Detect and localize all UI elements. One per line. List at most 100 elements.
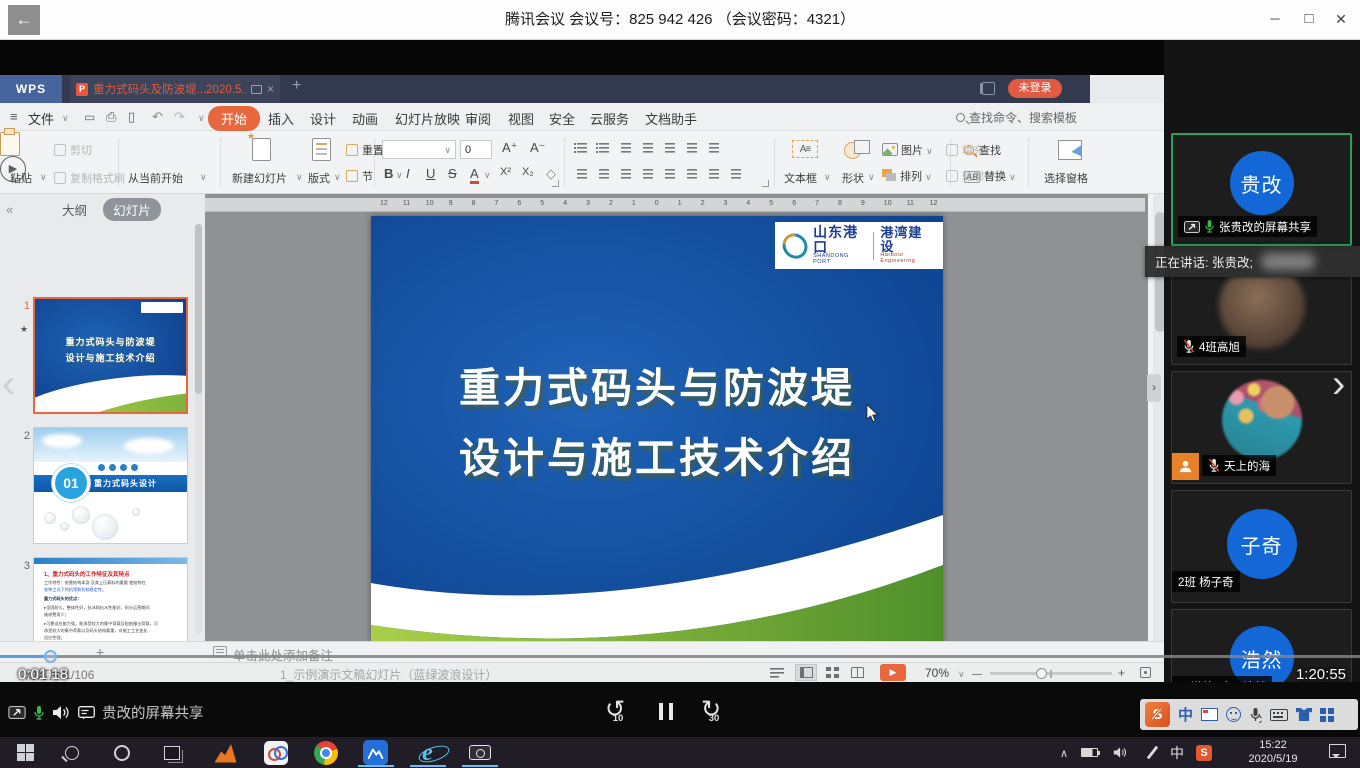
progress-knob[interactable] [44, 650, 57, 663]
forward-30-button[interactable]: 30 [701, 698, 727, 724]
replace-button[interactable]: 替换 [964, 168, 1016, 184]
start-button[interactable] [12, 739, 39, 766]
slide-thumbnail-1[interactable]: 重力式码头与防波堤 设计与施工技术介绍 [33, 297, 188, 414]
toolbox-icon[interactable] [1320, 708, 1334, 722]
shape-icon[interactable] [844, 140, 870, 160]
align-center-icon[interactable] [596, 168, 611, 181]
menu-security[interactable]: 安全 [549, 109, 575, 128]
dropdown-arrow[interactable] [396, 170, 403, 181]
caption-icon[interactable] [78, 706, 95, 720]
emoji-icon[interactable] [1226, 707, 1241, 722]
print-preview-icon[interactable] [128, 109, 135, 125]
window-mode-icon[interactable] [982, 82, 995, 95]
dropdown-arrow[interactable] [62, 113, 69, 124]
selection-pane-button[interactable]: 选择窗格 [1044, 170, 1088, 186]
add-slide-icon[interactable] [96, 644, 104, 660]
zoom-slider[interactable] [990, 672, 1112, 675]
zoom-knob[interactable] [1036, 668, 1047, 679]
screenshot-icon[interactable] [1201, 708, 1218, 721]
dropdown-arrow[interactable] [200, 172, 207, 183]
increase-font-button[interactable]: A⁺ [502, 140, 518, 156]
menu-insert[interactable]: 插入 [268, 109, 294, 128]
command-search[interactable]: 查找命令、搜索模板 [956, 109, 1077, 126]
close-tab-icon[interactable] [267, 82, 274, 96]
collapse-panel-icon[interactable] [6, 202, 13, 217]
fit-slide-button[interactable] [1140, 667, 1151, 678]
volume-icon[interactable] [52, 705, 71, 720]
sogou-ime-bar[interactable]: S 中 [1140, 699, 1358, 730]
font-size-input[interactable]: 0 [460, 140, 492, 159]
zoom-in-button[interactable] [1118, 666, 1125, 680]
voice-input-icon[interactable] [1249, 707, 1262, 723]
maximize-button[interactable] [1292, 0, 1326, 40]
justify-icon[interactable] [640, 168, 655, 181]
login-status-button[interactable]: 未登录 [1008, 79, 1062, 98]
font-color-button[interactable]: A [470, 166, 479, 184]
tray-expand[interactable] [1060, 737, 1068, 768]
slide-thumbnail-3[interactable]: 1、重力式码头的工作特征及其特点 工作特性：依靠结构本身 及其上压载料的重量 使… [33, 557, 188, 641]
scroll-thumb[interactable] [195, 224, 202, 394]
minimize-button[interactable] [1258, 0, 1292, 40]
menu-review[interactable]: 审阅 [465, 109, 491, 128]
font-name-input[interactable] [382, 140, 456, 159]
reading-view-icon[interactable] [851, 667, 864, 678]
tray-sogou[interactable]: S [1196, 737, 1212, 768]
menu-file[interactable]: 文件 [28, 109, 54, 128]
dropdown-arrow[interactable] [334, 172, 341, 183]
wps-logo[interactable]: WPS [0, 75, 62, 103]
taskbar-search[interactable] [58, 739, 85, 766]
section-button[interactable]: 节 [346, 168, 373, 184]
decrease-font-button[interactable]: A⁻ [530, 140, 546, 156]
expand-panel-handle[interactable] [1147, 374, 1161, 402]
textbox-button[interactable]: 文本框 [784, 170, 817, 186]
reset-button[interactable]: 重置 [346, 142, 384, 158]
slide-thumbnail-2[interactable]: 重力式码头设计 01 [33, 427, 188, 544]
new-slide-icon[interactable] [252, 138, 271, 161]
dropdown-arrow[interactable] [296, 172, 303, 183]
layout-icon[interactable] [312, 138, 331, 161]
distribute-icon[interactable] [662, 168, 677, 181]
print-icon[interactable] [106, 109, 116, 125]
task-view-button[interactable] [158, 739, 185, 766]
paste-button[interactable]: 粘贴 [10, 170, 32, 186]
dropdown-arrow[interactable] [868, 172, 875, 183]
panel-scrollbar[interactable] [195, 224, 202, 634]
tab-slides[interactable]: 幻灯片 [103, 198, 161, 221]
bold-button[interactable]: B [384, 166, 393, 181]
pause-button[interactable] [659, 703, 673, 720]
layout-button[interactable]: 版式 [308, 170, 330, 186]
spacing-options-icon[interactable] [728, 168, 743, 181]
skin-icon[interactable] [1296, 708, 1312, 721]
matlab-app[interactable] [212, 739, 239, 766]
selection-pane-icon[interactable] [1058, 140, 1082, 160]
menu-slideshow[interactable]: 幻灯片放映 [395, 109, 460, 128]
line-spacing-icon[interactable] [684, 168, 699, 181]
utility-app[interactable] [262, 739, 289, 766]
bullet-list-icon[interactable] [574, 142, 589, 155]
slide-sorter-icon[interactable] [826, 667, 839, 678]
italic-button[interactable]: I [406, 166, 410, 181]
group-expander[interactable] [552, 180, 559, 187]
dropdown-arrow[interactable] [925, 172, 932, 182]
tencent-meeting-app[interactable] [362, 739, 389, 766]
chrome-app[interactable] [312, 739, 339, 766]
camera-app[interactable] [466, 739, 493, 766]
internet-explorer-app[interactable]: e [414, 739, 441, 766]
menu-assistant[interactable]: 文档助手 [645, 109, 697, 128]
find-button[interactable]: 查找 [964, 142, 1001, 158]
group-expander[interactable] [762, 180, 769, 187]
new-slide-button[interactable]: 新建幻灯片 [232, 170, 287, 186]
textbox-icon[interactable] [792, 140, 818, 158]
picture-button[interactable]: 图片 [882, 142, 933, 158]
menu-home[interactable]: 开始 [208, 106, 260, 131]
status-menu-icon[interactable] [770, 667, 784, 678]
zoom-level[interactable]: 70% [925, 666, 949, 680]
paste-icon[interactable] [0, 132, 20, 156]
outdent-icon[interactable] [618, 142, 633, 155]
normal-view-icon[interactable] [800, 667, 813, 678]
action-center-icon[interactable] [1329, 744, 1346, 758]
next-page-chevron-icon[interactable] [1332, 362, 1345, 407]
sogou-logo-icon[interactable]: S [1145, 702, 1170, 727]
ime-mode-chinese[interactable]: 中 [1178, 704, 1193, 725]
play-from-current-button[interactable]: 从当前开始 [128, 170, 183, 186]
